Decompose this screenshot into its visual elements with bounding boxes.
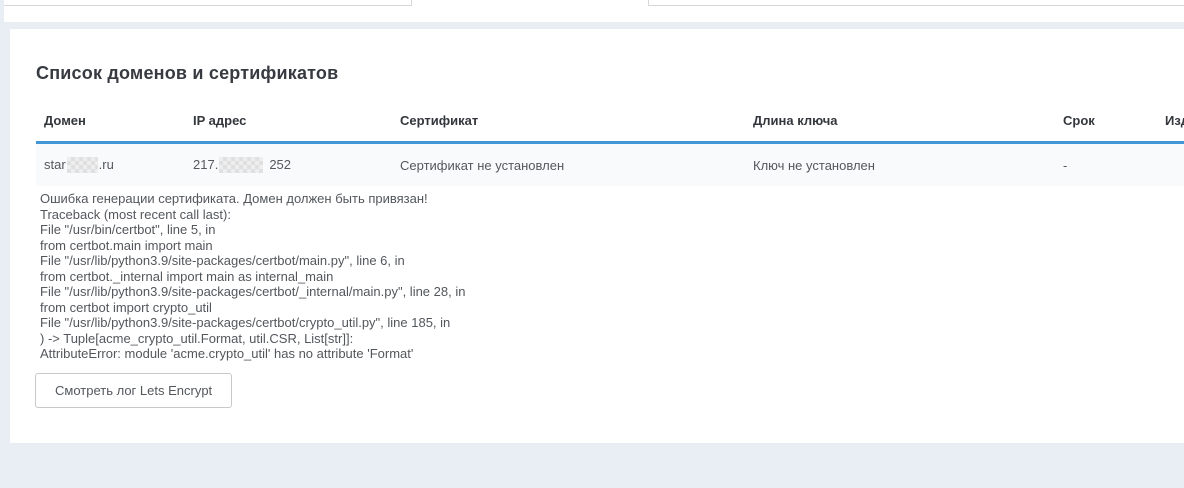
error-line: AttributeError: module 'acme.crypto_util… <box>40 346 1164 362</box>
error-line: from certbot._internal import main as in… <box>40 269 1164 285</box>
error-line: from certbot.main import main <box>40 238 1164 254</box>
ip-suffix: 252 <box>269 157 291 172</box>
tab-bar-border-right <box>648 5 1184 6</box>
column-header-issuer: Изд <box>1157 101 1184 141</box>
column-header-ip: IP адрес <box>185 101 392 141</box>
table-row: star .ru 217. 252 Сертификат не установлен… <box>36 144 1184 186</box>
error-line: Ошибка генерации сертификата. Домен долж… <box>40 191 1164 207</box>
redacted-domain-blur <box>67 157 98 173</box>
ip-cell: 217. 252 <box>185 157 392 173</box>
redacted-ip-blur <box>219 157 263 173</box>
error-line: from certbot import crypto_util <box>40 300 1164 316</box>
domains-certificates-panel: Список доменов и сертификатов Домен IP а… <box>10 29 1184 443</box>
error-line: File "/usr/lib/python3.9/site-packages/c… <box>40 315 1164 331</box>
domains-table: Домен IP адрес Сертификат Длина ключа Ср… <box>36 101 1184 186</box>
table-header-row: Домен IP адрес Сертификат Длина ключа Ср… <box>36 101 1184 144</box>
error-line: File "/usr/lib/python3.9/site-packages/c… <box>40 284 1164 300</box>
column-header-domain: Домен <box>36 101 185 141</box>
view-lets-encrypt-log-button[interactable]: Смотреть лог Lets Encrypt <box>35 373 232 408</box>
domain-suffix: .ru <box>99 157 114 172</box>
error-line: Traceback (most recent call last): <box>40 207 1164 223</box>
term-cell: - <box>1055 158 1157 173</box>
key-length-cell: Ключ не установлен <box>745 158 1055 173</box>
ip-prefix: 217. <box>193 157 218 172</box>
domain-prefix: star <box>44 157 66 172</box>
certificate-error-traceback: Ошибка генерации сертификата. Домен долж… <box>40 191 1164 362</box>
active-tab[interactable] <box>412 0 648 22</box>
certificate-cell: Сертификат не установлен <box>392 158 745 173</box>
tab-bar-border-left <box>4 5 411 6</box>
domain-cell: star .ru <box>36 157 185 173</box>
tab-bar <box>4 0 1184 22</box>
error-line: File "/usr/bin/certbot", line 5, in <box>40 222 1164 238</box>
column-header-term: Срок <box>1055 101 1157 141</box>
column-header-certificate: Сертификат <box>392 101 745 141</box>
error-line: ) -> Tuple[acme_crypto_util.Format, util… <box>40 331 1164 347</box>
error-line: File "/usr/lib/python3.9/site-packages/c… <box>40 253 1164 269</box>
column-header-key-length: Длина ключа <box>745 101 1055 141</box>
page-title: Список доменов и сертификатов <box>36 63 338 84</box>
